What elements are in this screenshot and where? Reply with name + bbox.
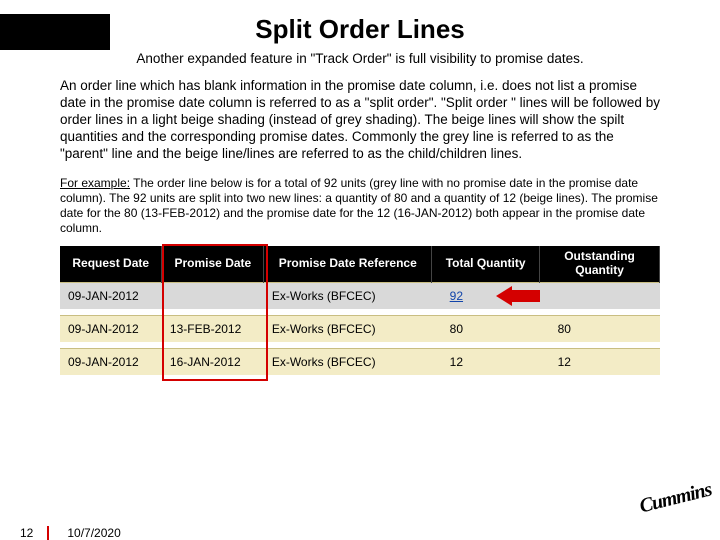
col-total-qty: Total Quantity	[432, 246, 540, 282]
cell-promise-ref: Ex-Works (BFCEC)	[264, 315, 432, 342]
cell-promise-date	[162, 282, 264, 309]
order-lines-table: Request Date Promise Date Promise Date R…	[60, 246, 660, 375]
cell-outstanding-qty	[540, 282, 660, 309]
cell-promise-ref: Ex-Works (BFCEC)	[264, 348, 432, 375]
cummins-logo: Cummins	[637, 479, 713, 519]
order-lines-table-wrap: Request Date Promise Date Promise Date R…	[60, 246, 660, 375]
col-outstanding-qty: Outstanding Quantity	[540, 246, 660, 282]
cell-total-qty: 80	[432, 315, 540, 342]
cell-promise-date: 16-JAN-2012	[162, 348, 264, 375]
example-body: The order line below is for a total of 9…	[60, 176, 658, 235]
col-promise-ref: Promise Date Reference	[264, 246, 432, 282]
page-subtitle: Another expanded feature in "Track Order…	[0, 51, 720, 66]
cell-request-date: 09-JAN-2012	[60, 315, 162, 342]
cell-outstanding-qty: 80	[540, 315, 660, 342]
col-request-date: Request Date	[60, 246, 162, 282]
col-promise-date: Promise Date	[162, 246, 264, 282]
example-label: For example:	[60, 176, 130, 190]
table-row: 09-JAN-2012 Ex-Works (BFCEC) 92	[60, 282, 660, 309]
example-paragraph: For example: The order line below is for…	[60, 176, 660, 236]
cell-total-qty: 12	[432, 348, 540, 375]
brand-stripe	[0, 14, 110, 50]
table-row: 09-JAN-2012 13-FEB-2012 Ex-Works (BFCEC)…	[60, 315, 660, 342]
body-paragraph: An order line which has blank informatio…	[60, 78, 660, 162]
cell-promise-ref: Ex-Works (BFCEC)	[264, 282, 432, 309]
table-row: 09-JAN-2012 16-JAN-2012 Ex-Works (BFCEC)…	[60, 348, 660, 375]
cell-request-date: 09-JAN-2012	[60, 282, 162, 309]
table-header-row: Request Date Promise Date Promise Date R…	[60, 246, 660, 282]
cell-promise-date: 13-FEB-2012	[162, 315, 264, 342]
slide-footer: 12 10/7/2020	[20, 526, 121, 540]
footer-date: 10/7/2020	[67, 526, 120, 540]
page-number: 12	[20, 526, 33, 540]
total-qty-link[interactable]: 92	[450, 289, 463, 303]
cell-request-date: 09-JAN-2012	[60, 348, 162, 375]
callout-arrow-icon	[496, 286, 542, 306]
cell-outstanding-qty: 12	[540, 348, 660, 375]
cell-total-qty: 92	[432, 282, 540, 309]
